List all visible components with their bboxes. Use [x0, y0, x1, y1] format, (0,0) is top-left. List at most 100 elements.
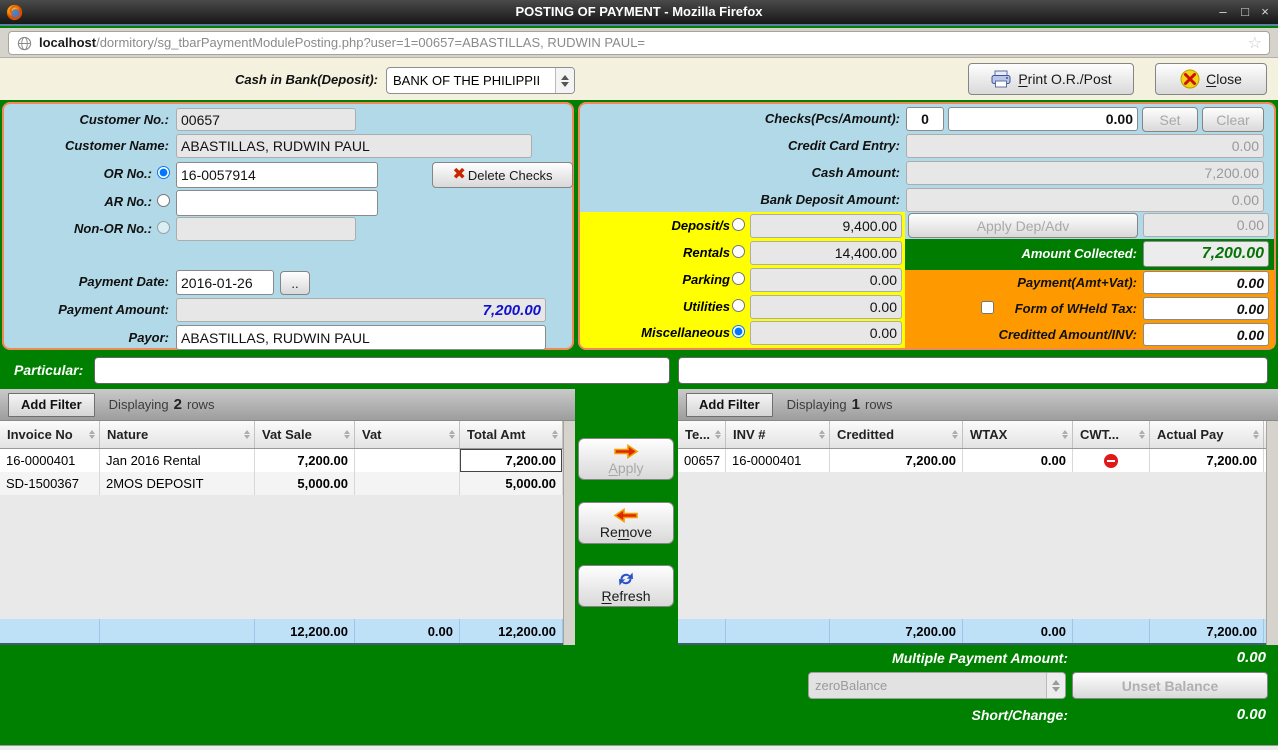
creditted-amount-field[interactable] — [1143, 323, 1269, 346]
invoice-table: Add Filter Displaying 2 rows Invoice No … — [0, 389, 575, 645]
sort-icon — [1253, 430, 1259, 439]
total-blank — [100, 619, 255, 643]
date-picker-button[interactable]: .. — [280, 271, 310, 295]
close-button[interactable]: Close — [1155, 63, 1267, 95]
col-invoice-no[interactable]: Invoice No — [0, 421, 100, 448]
wheld-tax-checkbox[interactable] — [981, 301, 994, 314]
cell-wtax: 0.00 — [963, 449, 1073, 472]
amount-collected-field[interactable] — [1143, 241, 1269, 267]
credit-row-1[interactable]: 00657 16-0000401 7,200.00 0.00 7,200.00 — [678, 449, 1266, 472]
category-value-utilities[interactable] — [750, 295, 902, 319]
bookmark-star-icon[interactable]: ☆ — [1248, 33, 1262, 54]
cell-actual-pay: 7,200.00 — [1150, 449, 1264, 472]
col-vat-sale[interactable]: Vat Sale — [255, 421, 355, 448]
non-or-no-field[interactable] — [176, 217, 356, 241]
address-bar[interactable]: localhost/dormitory/sg_tbarPaymentModule… — [8, 31, 1270, 55]
apply-dep-adv-field[interactable] — [1143, 213, 1269, 237]
particular-left-input[interactable] — [94, 357, 670, 384]
cell-total-amt-selected[interactable]: 7,200.00 — [460, 449, 563, 472]
cell-nature: Jan 2016 Rental — [100, 449, 255, 472]
bank-deposit-field[interactable] — [906, 188, 1264, 212]
print-or-post-button[interactable]: Print O.R./Post — [968, 63, 1134, 95]
apply-label: Apply — [608, 460, 644, 476]
col-wtax[interactable]: WTAX — [963, 421, 1073, 448]
cell-vat-sale: 5,000.00 — [255, 472, 355, 495]
invoice-add-filter-button[interactable]: Add Filter — [8, 392, 95, 417]
col-cwt[interactable]: CWT... — [1073, 421, 1150, 448]
total-blank — [678, 619, 726, 643]
minimize-button[interactable]: – — [1212, 4, 1234, 19]
ar-no-radio[interactable] — [157, 194, 170, 207]
credit-table-scrollbar[interactable] — [1266, 421, 1278, 645]
apply-button[interactable]: Apply — [578, 438, 674, 480]
total-wtax: 0.00 — [963, 619, 1073, 643]
creditted-amount-label: Creditted Amount/INV: — [998, 327, 1137, 342]
or-no-radio[interactable] — [157, 166, 170, 179]
cwt-remove-icon[interactable] — [1104, 453, 1118, 468]
invoice-row-1[interactable]: 16-0000401 Jan 2016 Rental 7,200.00 7,20… — [0, 449, 563, 472]
category-label-deposits: Deposit/s — [671, 218, 730, 233]
arrow-left-icon — [613, 508, 638, 523]
sort-icon — [244, 430, 250, 439]
multiple-payment-label: Multiple Payment Amount: — [891, 650, 1068, 666]
col-actual-pay[interactable]: Actual Pay — [1150, 421, 1264, 448]
window-titlebar: POSTING OF PAYMENT - Mozilla Firefox – □… — [0, 0, 1278, 26]
cash-amount-field[interactable] — [906, 161, 1264, 185]
category-value-parking[interactable] — [750, 268, 902, 292]
wheld-tax-field[interactable] — [1143, 297, 1269, 320]
refresh-button[interactable]: Refresh — [578, 565, 674, 607]
balance-select[interactable]: zeroBalance — [808, 672, 1066, 699]
category-radio-deposits[interactable] — [732, 218, 745, 231]
category-value-deposits[interactable] — [750, 214, 902, 238]
particular-right-input[interactable] — [678, 357, 1268, 384]
col-nature[interactable]: Nature — [100, 421, 255, 448]
category-radio-parking[interactable] — [732, 272, 745, 285]
col-creditted[interactable]: Creditted — [830, 421, 963, 448]
payment-amount-field[interactable] — [176, 298, 546, 322]
credit-card-field[interactable] — [906, 134, 1264, 158]
category-radio-rentals[interactable] — [732, 245, 745, 258]
rows-word: rows — [187, 397, 215, 412]
payment-date-field[interactable] — [176, 270, 274, 295]
displaying-text: Displaying — [786, 397, 847, 412]
sort-icon — [1062, 430, 1068, 439]
col-total-amt[interactable]: Total Amt — [460, 421, 563, 448]
payment-amt-vat-field[interactable] — [1143, 271, 1269, 294]
category-value-miscellaneous[interactable] — [750, 321, 902, 345]
unset-balance-button[interactable]: Unset Balance — [1072, 672, 1268, 699]
remove-button[interactable]: Remove — [578, 502, 674, 544]
wheld-tax-label: Form of WHeld Tax: — [1014, 301, 1137, 316]
sort-icon — [344, 430, 350, 439]
col-tenant[interactable]: Te... — [678, 421, 726, 448]
payor-field[interactable] — [176, 325, 546, 350]
set-button[interactable]: Set — [1142, 107, 1198, 132]
col-inv-no[interactable]: INV # — [726, 421, 830, 448]
customer-no-field[interactable] — [176, 108, 356, 131]
col-label: Actual Pay — [1157, 427, 1224, 442]
cash-in-bank-select[interactable]: BANK OF THE PHILIPPII — [386, 67, 575, 94]
maximize-button[interactable]: □ — [1234, 4, 1256, 19]
checks-amount-field[interactable] — [948, 107, 1138, 131]
category-radio-utilities[interactable] — [732, 299, 745, 312]
credit-add-filter-button[interactable]: Add Filter — [686, 392, 773, 417]
non-or-no-radio[interactable] — [157, 221, 170, 234]
ar-no-field[interactable] — [176, 190, 378, 216]
short-change-value: 0.00 — [1236, 706, 1266, 723]
or-no-field[interactable] — [176, 162, 378, 188]
cell-vat — [355, 472, 460, 495]
clear-button[interactable]: Clear — [1202, 107, 1264, 132]
customer-name-field[interactable] — [176, 134, 532, 158]
checks-pcs-field[interactable] — [906, 107, 944, 131]
apply-dep-adv-button[interactable]: Apply Dep/Adv — [908, 213, 1138, 238]
total-vat-sale: 12,200.00 — [255, 619, 355, 643]
category-value-rentals[interactable] — [750, 241, 902, 265]
invoice-table-scrollbar[interactable] — [563, 421, 575, 645]
category-radio-miscellaneous[interactable] — [732, 325, 745, 338]
col-vat[interactable]: Vat — [355, 421, 460, 448]
col-label: Total Amt — [467, 427, 526, 442]
close-window-button[interactable]: × — [1254, 4, 1276, 19]
select-spinner-icon — [1046, 673, 1065, 698]
invoice-row-2[interactable]: SD-1500367 2MOS DEPOSIT 5,000.00 5,000.0… — [0, 472, 563, 495]
delete-checks-button[interactable]: ✖ Delete Checks — [432, 162, 573, 188]
sort-icon — [952, 430, 958, 439]
